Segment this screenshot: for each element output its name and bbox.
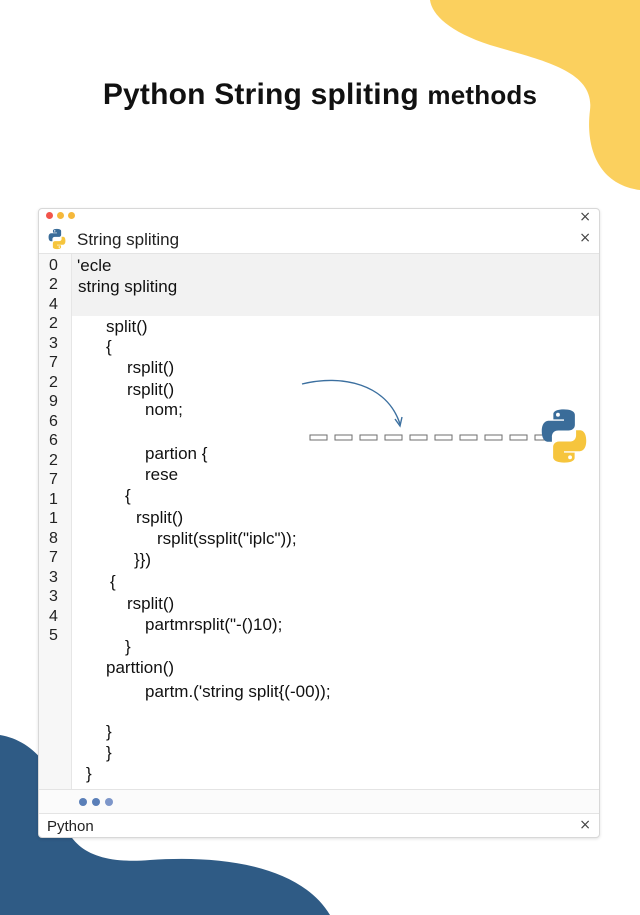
- line-number: 2: [49, 452, 58, 469]
- pagination-dot[interactable]: [105, 798, 113, 806]
- line-number: 1: [49, 491, 58, 508]
- code-line: 'ecle: [77, 256, 112, 275]
- editor-window: × String spliting × 0 2 4 2 3 7 2 9 6 6 …: [38, 208, 600, 838]
- code-line: }: [106, 722, 112, 741]
- line-number: 3: [49, 588, 58, 605]
- line-number: 7: [49, 549, 58, 566]
- code-line: {: [106, 337, 112, 356]
- editor-bottom-bar: [39, 789, 599, 814]
- code-line: }}): [134, 550, 152, 569]
- pagination-dot[interactable]: [92, 798, 100, 806]
- code-line: rsplit(): [127, 594, 175, 613]
- line-number: 8: [49, 530, 58, 547]
- code-line: rsplit(): [136, 508, 184, 527]
- code-line: partm.('string split{(-00));: [145, 682, 331, 701]
- python-logo-icon: [48, 228, 66, 250]
- minimize-window-button[interactable]: [57, 212, 64, 219]
- code-line: rsplit(ssplit("iplc"));: [157, 529, 297, 548]
- code-line: {: [125, 486, 131, 505]
- split-segments: [309, 434, 552, 441]
- zoom-window-button[interactable]: [68, 212, 75, 219]
- split-arrow: [301, 379, 552, 441]
- line-number: 6: [49, 413, 58, 430]
- code-line: partion {: [145, 444, 208, 463]
- pagination-dots: [79, 798, 113, 806]
- code-line: }: [125, 637, 131, 656]
- python-logo-icon: [541, 409, 587, 463]
- line-number: 2: [49, 276, 58, 293]
- code-line: rsplit(): [127, 380, 175, 399]
- window-controls: [46, 212, 75, 219]
- status-bar: Python ×: [39, 813, 599, 838]
- language-label[interactable]: Python: [47, 818, 94, 835]
- code-line: rese: [145, 465, 179, 484]
- line-number: 4: [49, 296, 58, 313]
- code-line: parttion(): [106, 658, 175, 677]
- code-line: string spliting: [78, 277, 178, 296]
- line-number: 9: [49, 393, 58, 410]
- tab-close-icon[interactable]: ×: [579, 231, 591, 245]
- line-number: 6: [49, 432, 58, 449]
- tab-title[interactable]: String spliting: [77, 230, 179, 250]
- status-close-icon[interactable]: ×: [579, 818, 591, 832]
- line-number: 0: [49, 257, 58, 274]
- code-line: nom;: [145, 400, 183, 419]
- window-close-icon[interactable]: ×: [579, 210, 591, 224]
- code-line: }: [106, 743, 112, 762]
- line-number: 3: [49, 569, 58, 586]
- line-number: 3: [49, 335, 58, 352]
- code-editor[interactable]: 'ecle string spliting split() { rsplit()…: [72, 254, 599, 802]
- line-number-gutter: 0 2 4 2 3 7 2 9 6 6 2 7 1 1 8 7 3 3 4 5: [39, 254, 72, 802]
- code-line: {: [110, 572, 116, 591]
- line-number: 7: [49, 471, 58, 488]
- tab-bar: String spliting ×: [39, 223, 599, 254]
- line-number: 2: [49, 374, 58, 391]
- line-number: 4: [49, 608, 58, 625]
- code-line: split(): [106, 317, 148, 336]
- page-title: Python String spliting methods: [0, 78, 640, 112]
- pagination-dot[interactable]: [79, 798, 87, 806]
- title-suffix: methods: [427, 80, 538, 110]
- title-main: Python String spliting: [102, 78, 419, 111]
- line-number: 2: [49, 315, 58, 332]
- line-number: 5: [49, 627, 58, 644]
- code-line: partmrsplit("-()10);: [145, 615, 283, 634]
- close-window-button[interactable]: [46, 212, 53, 219]
- code-line: }: [86, 764, 92, 783]
- line-number: 7: [49, 354, 58, 371]
- code-line: rsplit(): [127, 358, 175, 377]
- line-number: 1: [49, 510, 58, 527]
